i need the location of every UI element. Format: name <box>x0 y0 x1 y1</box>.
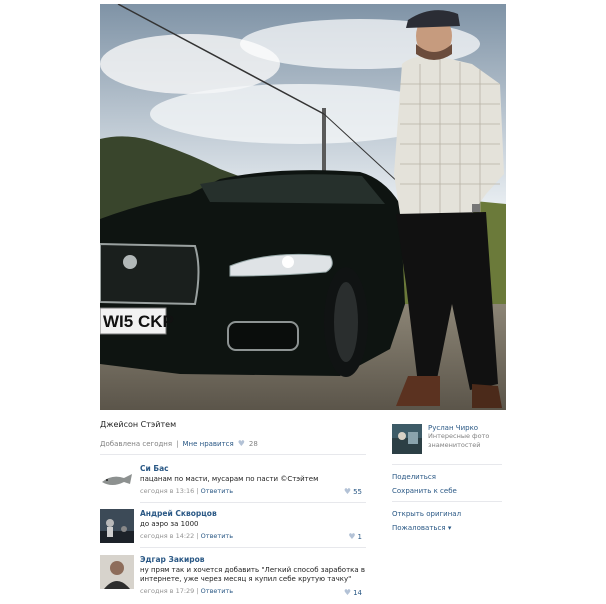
avatar[interactable] <box>100 555 134 589</box>
divider <box>140 502 366 503</box>
avatar[interactable] <box>100 509 134 543</box>
heart-icon: ♥ <box>343 487 352 496</box>
save-link[interactable]: Сохранить к себе <box>392 487 522 495</box>
open-original-link[interactable]: Открыть оригинал <box>392 510 522 518</box>
comment-author[interactable]: Андрей Скворцов <box>140 509 366 518</box>
likes-count: 28 <box>248 439 258 448</box>
comment-author[interactable]: Эдгар Закиров <box>140 555 366 564</box>
comment-text: пацанам по масти, мусарам по пасти ©Стэй… <box>140 475 319 483</box>
comment-item: Эдгар Закиров ну прям так и хочется доба… <box>100 555 366 599</box>
author-description: Интересные фото знаменитостей <box>428 432 490 449</box>
like-button[interactable]: Мне нравится <box>182 440 233 448</box>
comment-footer: сегодня в 14:22 | Ответить <box>140 532 234 540</box>
heart-icon: ♥ <box>348 532 356 541</box>
comment-text: до аэро за 1000 <box>140 520 199 528</box>
post-added-row: Добавлена сегодня | Мне нравится ♥ 28 <box>100 439 366 448</box>
comment-item: Андрей Скворцов до аэро за 1000 сегодня … <box>100 509 366 549</box>
heart-icon: ♥ <box>343 588 352 597</box>
divider <box>392 464 502 465</box>
share-link[interactable]: Поделиться <box>392 473 522 481</box>
report-label: Пожаловаться <box>392 524 446 532</box>
heart-icon[interactable]: ♥ <box>238 439 245 448</box>
post-date: Добавлена сегодня <box>100 439 173 448</box>
report-link[interactable]: Пожаловаться ▾ <box>392 524 522 532</box>
post-photo[interactable]: WI5 CKP <box>100 4 506 410</box>
divider <box>140 547 366 548</box>
divider <box>100 454 366 455</box>
author-name[interactable]: Руслан Чирко <box>428 424 496 432</box>
comment-time[interactable]: сегодня в 17:29 <box>140 587 194 595</box>
reply-button[interactable]: Ответить <box>201 532 233 540</box>
comment-like-count: 14 <box>353 589 362 597</box>
sidebar: Руслан Чирко Интересные фото знаменитост… <box>392 424 522 538</box>
divider <box>392 501 502 502</box>
comment-like-count: 1 <box>357 533 362 541</box>
license-plate: WI5 CKP <box>103 312 174 331</box>
comment-item: Си Бас пацанам по масти, мусарам по паст… <box>100 464 366 504</box>
comment-like-button[interactable]: ♥ 14 <box>344 588 362 597</box>
comment-author[interactable]: Си Бас <box>140 464 366 473</box>
reply-button[interactable]: Ответить <box>201 587 233 595</box>
post-meta: Джейсон Стэйтем Добавлена сегодня | Мне … <box>100 420 366 455</box>
separator: | <box>176 439 179 448</box>
comment-like-button[interactable]: ♥ 55 <box>344 487 362 496</box>
comment-footer: сегодня в 17:29 | Ответить <box>140 587 234 595</box>
reply-button[interactable]: Ответить <box>201 487 233 495</box>
comment-time[interactable]: сегодня в 13:16 <box>140 487 194 495</box>
avatar[interactable] <box>100 464 134 498</box>
comment-like-count: 55 <box>353 488 362 496</box>
comment-like-button[interactable]: ♥ 1 <box>348 532 362 541</box>
comment-time[interactable]: сегодня в 14:22 <box>140 532 194 540</box>
post-title: Джейсон Стэйтем <box>100 420 177 429</box>
comment-text: ну прям так и хочется добавить "Легкий с… <box>140 566 366 583</box>
comment-footer: сегодня в 13:16 | Ответить <box>140 487 234 495</box>
album-author: Руслан Чирко Интересные фото знаменитост… <box>392 424 522 454</box>
author-avatar[interactable] <box>392 424 422 454</box>
chevron-down-icon: ▾ <box>447 524 452 532</box>
